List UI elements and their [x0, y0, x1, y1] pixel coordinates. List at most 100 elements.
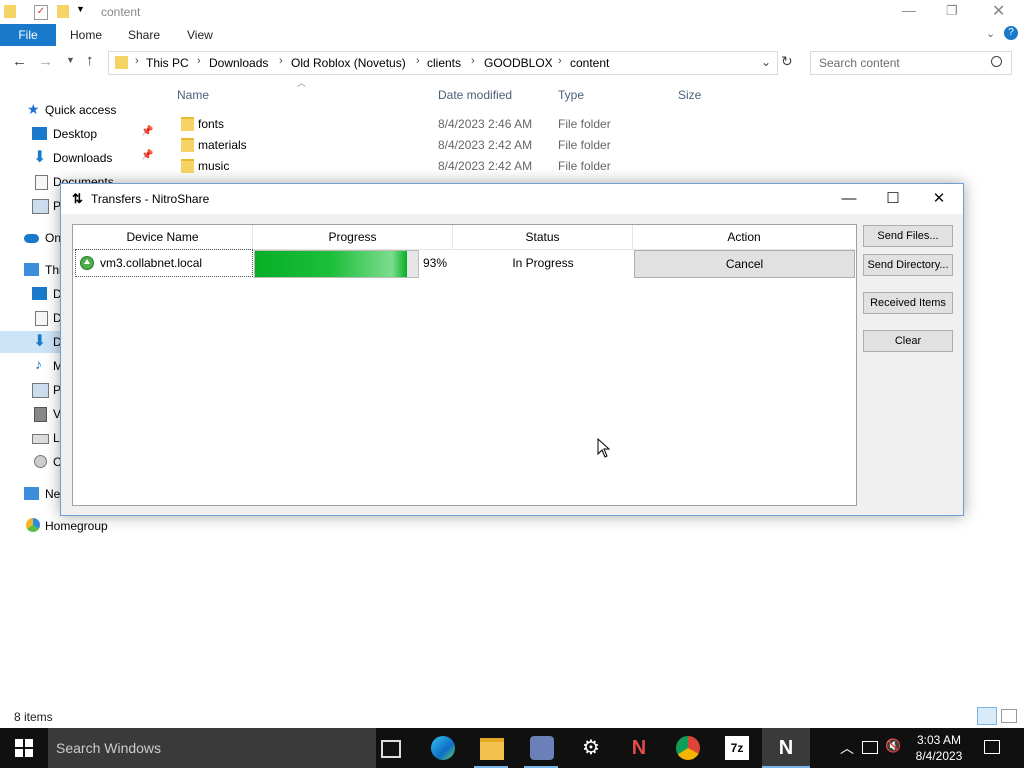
minimize-button[interactable]: —	[826, 184, 872, 214]
file-row[interactable]: materials 8/4/2023 2:42 AM File folder	[176, 135, 756, 156]
search-icon[interactable]	[991, 56, 1002, 67]
search-placeholder: Search content	[819, 56, 900, 70]
folder-icon	[181, 159, 194, 173]
nav-downloads[interactable]: ⬇ Downloads 📌	[0, 147, 153, 169]
breadcrumb-clients[interactable]: clients	[427, 56, 461, 70]
column-header-status[interactable]: Status	[453, 225, 633, 250]
column-header-device-name[interactable]: Device Name	[73, 225, 253, 250]
details-view-icon[interactable]	[977, 707, 997, 725]
recent-locations-icon[interactable]: ▼	[66, 55, 75, 65]
received-items-button[interactable]: Received Items	[863, 292, 953, 314]
explorer-titlebar: ✓ ▼ content — ❐ ✕	[0, 0, 1024, 24]
send-files-button[interactable]: Send Files...	[863, 225, 953, 247]
tab-home[interactable]: Home	[70, 28, 102, 42]
transfer-list[interactable]: Device Name Progress Status Action vm3.c…	[72, 224, 857, 506]
breadcrumb-old-roblox[interactable]: Old Roblox (Novetus)	[291, 56, 406, 70]
dialog-title: Transfers - NitroShare	[91, 192, 210, 206]
file-name: music	[198, 159, 230, 173]
tab-view[interactable]: View	[187, 28, 213, 42]
clock[interactable]: 3:03 AM 8/4/2023	[907, 732, 971, 764]
tab-share[interactable]: Share	[128, 28, 160, 42]
minimize-icon[interactable]: —	[902, 2, 916, 18]
pictures-icon	[32, 199, 49, 214]
clock-time: 3:03 AM	[916, 733, 962, 747]
taskbar: Search Windows ⚙ N 7z N ︿ 🔇 3:03 AM 8/4/…	[0, 728, 1024, 768]
app-icon[interactable]	[530, 736, 554, 760]
nav-label: Quick access	[45, 103, 117, 117]
nav-homegroup[interactable]: Homegroup	[0, 515, 150, 537]
address-bar[interactable]: › This PC › Downloads › Old Roblox (Nove…	[108, 51, 778, 75]
maximize-button[interactable]: ☐	[870, 184, 916, 214]
file-row[interactable]: fonts 8/4/2023 2:46 AM File folder	[176, 114, 756, 135]
cancel-button[interactable]: Cancel	[634, 250, 855, 278]
folder-icon	[181, 138, 194, 152]
breadcrumb-downloads[interactable]: Downloads	[209, 56, 268, 70]
settings-gear-icon[interactable]: ⚙	[579, 736, 603, 760]
upload-arrow-icon	[80, 256, 94, 270]
task-view-icon[interactable]	[381, 740, 401, 758]
transfers-dialog: ⇅ Transfers - NitroShare — ☐ ✕ Device Na…	[60, 183, 964, 516]
file-row[interactable]: music 8/4/2023 2:42 AM File folder	[176, 156, 756, 177]
breadcrumb-separator: ›	[279, 55, 283, 67]
pin-icon[interactable]: 📌	[141, 150, 153, 161]
large-icons-view-icon[interactable]	[1001, 709, 1017, 723]
up-arrow-icon[interactable]: ↑	[86, 52, 94, 69]
nav-desktop[interactable]: Desktop 📌	[0, 123, 153, 145]
nitroshare-icon: N	[778, 737, 794, 759]
properties-icon[interactable]: ✓	[34, 5, 48, 20]
7zip-icon[interactable]: 7z	[725, 736, 749, 760]
new-folder-icon[interactable]	[57, 5, 69, 18]
star-icon: ★	[27, 101, 40, 117]
volume-muted-icon[interactable]: 🔇	[885, 738, 901, 754]
network-icon	[24, 487, 39, 500]
breadcrumb-this-pc[interactable]: This PC	[146, 56, 189, 70]
refresh-icon[interactable]: ↻	[781, 53, 793, 70]
back-arrow-icon[interactable]: ←	[12, 53, 27, 70]
device-cell[interactable]: vm3.collabnet.local	[75, 249, 253, 277]
column-header-progress[interactable]: Progress	[253, 225, 453, 250]
column-header-type[interactable]: Type	[558, 88, 584, 102]
nav-quick-access[interactable]: ★ Quick access	[0, 99, 150, 121]
nav-label: Downloads	[53, 151, 113, 165]
tab-file[interactable]: File	[0, 24, 56, 46]
file-date: 8/4/2023 2:42 AM	[438, 138, 533, 152]
nitroshare-taskbar-button[interactable]: N	[762, 728, 810, 768]
clock-date: 8/4/2023	[915, 749, 963, 763]
clear-button[interactable]: Clear	[863, 330, 953, 352]
show-hidden-icons-chevron-icon[interactable]: ︿	[840, 738, 854, 758]
file-explorer-icon[interactable]	[480, 738, 504, 760]
taskbar-search-box[interactable]: Search Windows	[48, 728, 376, 768]
progress-fill	[255, 251, 407, 277]
pin-icon[interactable]: 📌	[141, 126, 153, 137]
nitroshare-icon: ⇅	[72, 191, 83, 206]
notifications-icon[interactable]	[984, 740, 1000, 754]
breadcrumb-goodblox[interactable]: GOODBLOX	[484, 56, 553, 70]
column-header-action[interactable]: Action	[633, 225, 855, 250]
novetus-icon[interactable]: N	[627, 736, 651, 760]
windows-logo-icon	[15, 739, 33, 757]
chrome-browser-icon[interactable]	[676, 736, 700, 760]
quick-access-dropdown-icon[interactable]: ▼	[76, 4, 85, 14]
send-directory-button[interactable]: Send Directory...	[863, 254, 953, 276]
close-icon[interactable]: ✕	[992, 1, 1005, 21]
cloud-icon	[24, 234, 39, 243]
edge-browser-icon[interactable]	[431, 736, 455, 760]
file-name: fonts	[198, 117, 225, 131]
help-icon[interactable]: ?	[1004, 26, 1018, 40]
folder-icon	[115, 56, 128, 69]
network-icon[interactable]	[862, 741, 878, 754]
desktop-icon	[32, 127, 47, 140]
column-header-date-modified[interactable]: Date modified	[438, 88, 512, 102]
dialog-titlebar[interactable]: ⇅ Transfers - NitroShare — ☐ ✕	[61, 184, 963, 214]
transfer-row[interactable]: vm3.collabnet.local 93% In Progress Canc…	[73, 249, 856, 278]
forward-arrow-icon[interactable]: →	[38, 53, 53, 70]
address-dropdown-icon[interactable]: ⌄	[761, 55, 771, 69]
column-header-size[interactable]: Size	[678, 88, 701, 102]
chevron-down-icon[interactable]: ⌄	[986, 27, 995, 40]
column-header-name[interactable]: Name	[177, 88, 209, 102]
breadcrumb-content[interactable]: content	[570, 56, 609, 70]
start-button[interactable]	[0, 728, 48, 768]
search-input[interactable]: Search content	[810, 51, 1012, 75]
close-button[interactable]: ✕	[916, 184, 962, 214]
restore-icon[interactable]: ❐	[946, 3, 958, 19]
